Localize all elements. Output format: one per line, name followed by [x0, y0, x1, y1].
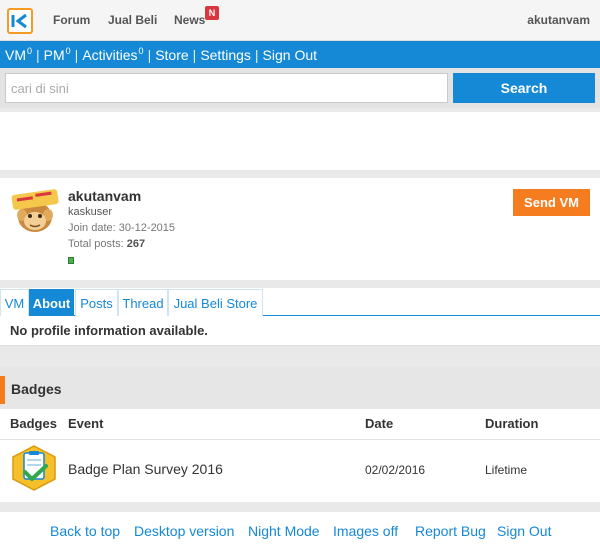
profile-user-title: kaskuser [68, 206, 113, 218]
sign-out-link[interactable]: Sign Out [263, 47, 317, 63]
user-action-bar: VM0 | PM0 | Activities0 | Store | Settin… [0, 41, 600, 68]
badge-date: 02/02/2016 [365, 463, 426, 477]
search-button[interactable]: Search [453, 73, 595, 103]
search-input[interactable] [5, 73, 448, 103]
tab-posts[interactable]: Posts [75, 289, 118, 316]
profile-join-date: Join date: 30-12-2015 [68, 222, 176, 234]
top-navbar: Forum Jual Beli News N akutanvam [0, 0, 600, 41]
profile-tabs: VM About Posts Thread Jual Beli Store [0, 288, 600, 316]
separator: | [192, 46, 197, 63]
tab-thread[interactable]: Thread [118, 289, 168, 316]
news-new-badge: N [205, 6, 219, 20]
send-vm-button[interactable]: Send VM [513, 189, 590, 216]
desktop-version-link[interactable]: Desktop version [134, 523, 234, 539]
pm-link[interactable]: PM0 [44, 46, 71, 63]
about-panel: No profile information available. [0, 316, 600, 346]
badge-event: Badge Plan Survey 2016 [68, 461, 223, 477]
profile-card: akutanvam kaskuser Join date: 30-12-2015… [0, 178, 600, 280]
separator: | [36, 46, 40, 63]
badge-duration: Lifetime [485, 463, 528, 477]
store-link[interactable]: Store [155, 47, 188, 63]
activities-count: 0 [138, 46, 144, 56]
column-header-event: Event [68, 416, 104, 431]
tab-about[interactable]: About [29, 289, 74, 316]
separator: | [74, 46, 79, 63]
profile-username: akutanvam [68, 188, 142, 204]
section-accent-bar [0, 376, 5, 404]
user-menu-link[interactable]: akutanvam [527, 13, 590, 27]
profile-total-posts: Total posts: 267 [68, 238, 146, 250]
vm-link[interactable]: VM0 [5, 46, 32, 63]
night-mode-link[interactable]: Night Mode [248, 523, 320, 539]
tab-vm[interactable]: VM [0, 289, 29, 316]
kaskus-logo-icon[interactable] [7, 8, 33, 34]
nav-news-link[interactable]: News [174, 13, 205, 27]
tab-jual-beli-store[interactable]: Jual Beli Store [168, 289, 263, 316]
column-header-date: Date [365, 416, 394, 431]
vm-count: 0 [27, 46, 33, 56]
settings-link[interactable]: Settings [200, 47, 251, 63]
online-status-icon [68, 257, 74, 264]
images-off-link[interactable]: Images off [333, 523, 398, 539]
footer-sign-out-link[interactable]: Sign Out [497, 523, 551, 539]
separator: | [147, 46, 152, 63]
badges-table: Badges Event Date Duration Badge Plan Su… [0, 409, 600, 502]
report-bug-link[interactable]: Report Bug [415, 523, 486, 539]
nav-forum-link[interactable]: Forum [53, 13, 90, 27]
footer-links: Back to top Desktop version Night Mode I… [0, 512, 600, 550]
no-profile-info-message: No profile information available. [10, 323, 208, 338]
pm-count: 0 [65, 46, 71, 56]
activities-link[interactable]: Activities0 [82, 46, 143, 63]
row-divider [0, 439, 600, 440]
column-header-duration: Duration [485, 416, 539, 431]
separator: | [254, 46, 259, 63]
survey-badge-icon [10, 445, 58, 491]
badges-section-title: Badges [11, 381, 62, 397]
ad-space [0, 112, 600, 170]
monkey-avatar-icon [10, 186, 60, 236]
column-header-badges: Badges [10, 416, 57, 431]
nav-jual-beli-link[interactable]: Jual Beli [108, 13, 157, 27]
back-to-top-link[interactable]: Back to top [50, 523, 120, 539]
badges-section-header: Badges [0, 367, 600, 409]
search-bar: Search [0, 68, 600, 108]
